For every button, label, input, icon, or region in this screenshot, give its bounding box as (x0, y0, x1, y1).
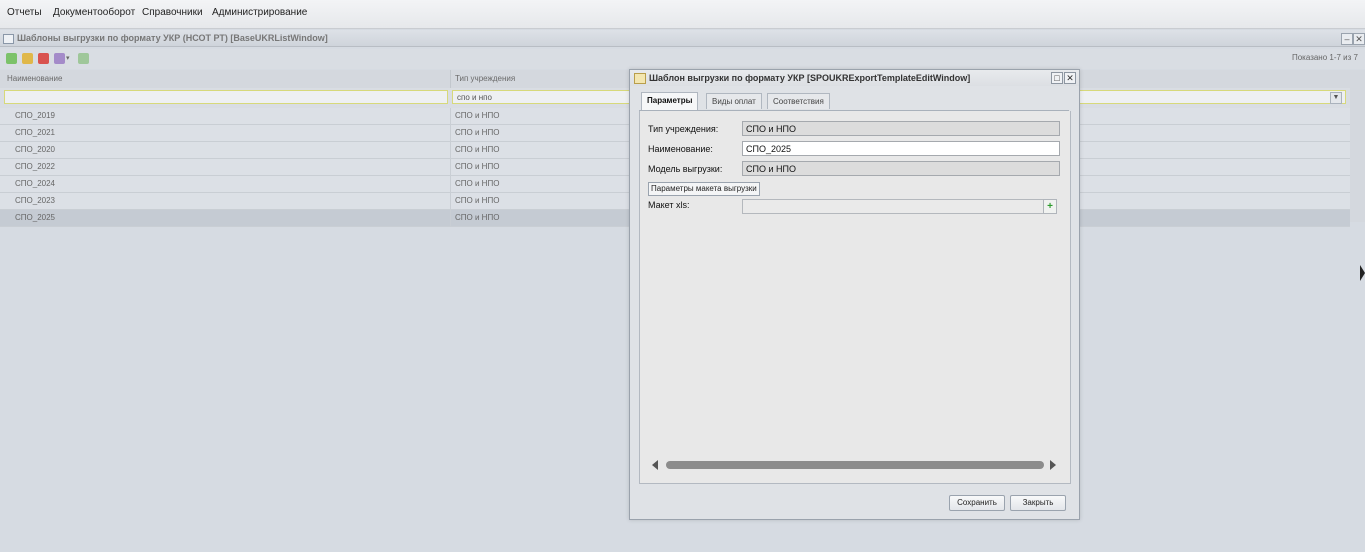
save-button[interactable]: Сохранить (949, 495, 1005, 511)
close-icon[interactable]: ✕ (1353, 33, 1365, 45)
add-icon[interactable] (6, 53, 17, 64)
tab-parameters[interactable]: Параметры (641, 92, 699, 110)
tab-mappings[interactable]: Соответствия (767, 93, 830, 109)
pager-info: Показано 1-7 из 7 (1291, 53, 1358, 62)
menu-administration[interactable]: Администрирование (212, 7, 307, 18)
cell-name: СПО_2023 (15, 196, 55, 205)
cell-name: СПО_2022 (15, 162, 55, 171)
layout-params-button[interactable]: Параметры макета выгрузки (648, 182, 760, 196)
cell-type: СПО и НПО (455, 111, 500, 120)
minimize-icon[interactable]: – (1341, 33, 1353, 45)
scroll-right-icon[interactable] (1050, 460, 1056, 470)
export-model-label: Модель выгрузки: (648, 164, 723, 174)
edit-window-icon (634, 73, 646, 84)
close-icon[interactable]: ✕ (1064, 72, 1076, 84)
institution-type-field: СПО и НПО (742, 121, 1060, 136)
menu-reports[interactable]: Отчеты (7, 7, 42, 18)
institution-type-label: Тип учреждения: (648, 124, 719, 134)
window-list-icon (3, 34, 14, 44)
template-edit-dialog: Шаблон выгрузки по формату УКР [SPOUKREx… (629, 69, 1080, 520)
export-model-field: СПО и НПО (742, 161, 1060, 176)
xls-template-label: Макет xls: (648, 200, 690, 210)
cell-type: СПО и НПО (455, 128, 500, 137)
type-filter-value: спо и нпо (457, 93, 492, 102)
cell-name: СПО_2024 (15, 179, 55, 188)
chevron-down-icon[interactable]: ▾ (66, 54, 72, 65)
scroll-left-icon[interactable] (652, 460, 658, 470)
cell-type: СПО и НПО (455, 162, 500, 171)
grid-vertical-scrollbar[interactable] (1350, 70, 1365, 222)
close-button[interactable]: Закрыть (1010, 495, 1066, 511)
cell-type: СПО и НПО (455, 179, 500, 188)
maximize-icon[interactable]: □ (1051, 72, 1063, 84)
dialog-titlebar[interactable]: Шаблон выгрузки по формату УКР [SPOUKREx… (630, 70, 1079, 86)
name-field[interactable]: СПО_2025 (742, 141, 1060, 156)
mouse-cursor-icon (1360, 265, 1365, 281)
delete-icon[interactable] (38, 53, 49, 64)
main-menubar: Отчеты Документооборот Справочники Админ… (0, 0, 1365, 29)
cell-name: СПО_2021 (15, 128, 55, 137)
column-header-type[interactable]: Тип учреждения (455, 74, 515, 83)
name-label: Наименование: (648, 144, 713, 154)
cell-type: СПО и НПО (455, 213, 500, 222)
copy-icon[interactable] (54, 53, 65, 64)
name-filter-input[interactable] (4, 90, 448, 104)
scrollbar-thumb[interactable] (666, 461, 1044, 469)
dialog-title: Шаблон выгрузки по формату УКР [SPOUKREx… (649, 73, 971, 83)
cell-type: СПО и НПО (455, 196, 500, 205)
cell-type: СПО и НПО (455, 145, 500, 154)
column-header-name[interactable]: Наименование (7, 74, 62, 83)
refresh-icon[interactable] (78, 53, 89, 64)
list-window-titlebar: Шаблоны выгрузки по формату УКР (НСОТ РТ… (0, 30, 1365, 47)
parameters-panel: Тип учреждения: СПО и НПО Наименование: … (639, 111, 1071, 484)
dialog-tabs: Параметры Виды оплат Соответствия (639, 92, 1069, 111)
cell-name: СПО_2019 (15, 111, 55, 120)
menu-documents[interactable]: Документооборот (53, 7, 135, 18)
chevron-down-icon[interactable]: ▼ (1330, 92, 1342, 104)
list-toolbar: ▾ Показано 1-7 из 7 (0, 49, 1365, 69)
menu-directories[interactable]: Справочники (142, 7, 203, 18)
horizontal-scrollbar[interactable] (648, 459, 1062, 471)
list-window-title: Шаблоны выгрузки по формату УКР (НСОТ РТ… (17, 33, 328, 43)
xls-template-field[interactable] (742, 199, 1057, 214)
cell-name: СПО_2025 (15, 213, 55, 222)
edit-icon[interactable] (22, 53, 33, 64)
cell-name: СПО_2020 (15, 145, 55, 154)
tab-payment-types[interactable]: Виды оплат (706, 93, 762, 109)
add-file-icon[interactable]: + (1043, 199, 1057, 214)
